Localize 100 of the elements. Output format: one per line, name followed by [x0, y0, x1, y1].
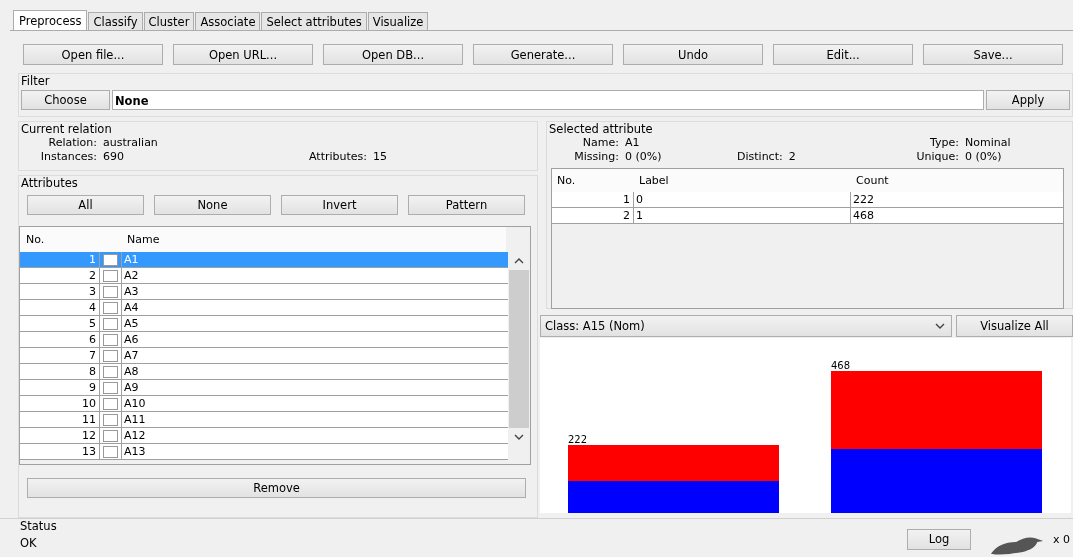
checkbox[interactable] — [103, 381, 118, 394]
column-header: No. — [25, 232, 46, 248]
attribute-row[interactable]: 8 A8 — [20, 364, 508, 380]
tab[interactable]: Visualize — [367, 12, 429, 30]
toolbar-button[interactable]: Open DB... — [323, 44, 463, 65]
table-cell: 1 — [634, 208, 851, 223]
toolbar-button[interactable]: Edit... — [773, 44, 913, 65]
tab[interactable]: Select attributes — [261, 12, 367, 30]
status-message: OK — [20, 535, 38, 552]
tab[interactable]: Classify — [88, 12, 143, 30]
field-label: Missing: — [573, 150, 619, 164]
group-title: Current relation — [21, 122, 112, 136]
checkbox[interactable] — [103, 413, 118, 426]
table-cell: 9 — [20, 380, 100, 395]
attribute-row[interactable]: 5 A5 — [20, 316, 508, 332]
bar-value-label: 222 — [568, 434, 589, 445]
field-label: Instances: — [39, 150, 97, 164]
scroll-down-icon[interactable] — [514, 434, 524, 440]
checkbox[interactable] — [103, 253, 118, 266]
checkbox[interactable] — [103, 269, 118, 282]
toolbar-button[interactable]: Open file... — [23, 44, 163, 65]
table-cell: 8 — [20, 364, 100, 379]
field-label: Relation: — [47, 136, 97, 150]
field-value: 0 (0%) — [625, 150, 662, 164]
column-header: Name — [126, 232, 161, 248]
table-cell-text: 222 — [852, 192, 875, 207]
table-cell: A10 — [121, 396, 508, 411]
table-cell: 11 — [20, 412, 100, 427]
table-cell: 2 — [552, 208, 634, 223]
dropdown-caret-icon — [935, 323, 945, 329]
checkbox[interactable] — [103, 317, 118, 330]
checkbox[interactable] — [103, 429, 118, 442]
table-cell: 13 — [20, 444, 100, 459]
selection-button[interactable]: Pattern — [408, 195, 525, 215]
field-label: Distinct: — [737, 150, 783, 164]
attribute-row[interactable]: 3 A3 — [20, 284, 508, 300]
apply-button[interactable]: Apply — [986, 90, 1070, 110]
table-cell: A7 — [121, 348, 508, 363]
log-button[interactable]: Log — [907, 528, 971, 550]
toolbar-button[interactable]: Generate... — [473, 44, 613, 65]
tab[interactable]: Associate — [195, 12, 261, 30]
remove-button[interactable]: Remove — [27, 478, 526, 498]
field-label: Attributes: — [308, 150, 367, 164]
table-cell: 2 — [20, 268, 100, 283]
filter-field[interactable]: None — [112, 90, 984, 110]
selection-button[interactable]: Invert — [281, 195, 398, 215]
table-cell: 4 — [20, 300, 100, 315]
field-label: Type: — [929, 136, 959, 150]
attribute-row[interactable]: 7 A7 — [20, 348, 508, 364]
table-cell: 6 — [20, 332, 100, 347]
tab[interactable]: Preprocess — [13, 10, 88, 30]
column-header: No. — [556, 173, 577, 189]
attribute-row[interactable]: 2 A2 — [20, 268, 508, 284]
attribute-row[interactable]: 12 A12 — [20, 428, 508, 444]
checkbox[interactable] — [103, 301, 118, 314]
checkbox[interactable] — [103, 445, 118, 458]
field-value: A1 — [625, 136, 640, 150]
table-cell-text: 468 — [852, 208, 875, 223]
table-cell: 5 — [20, 316, 100, 331]
group-title: Selected attribute — [549, 122, 653, 136]
attribute-row[interactable]: 9 A9 — [20, 380, 508, 396]
table-cell: 7 — [20, 348, 100, 363]
visualize-all-button[interactable]: Visualize All — [956, 315, 1073, 337]
table-cell: A8 — [121, 364, 508, 379]
toolbar-button[interactable]: Undo — [623, 44, 763, 65]
toolbar-button[interactable]: Save... — [923, 44, 1063, 65]
group-title: Attributes — [21, 176, 79, 190]
attribute-row[interactable]: 11 A11 — [20, 412, 508, 428]
checkbox[interactable] — [103, 333, 118, 346]
field-value: Nominal — [965, 136, 1011, 150]
selection-button[interactable]: All — [27, 195, 144, 215]
table-cell: A9 — [121, 380, 508, 395]
table-cell: A11 — [121, 412, 508, 427]
table-cell: 1 — [20, 252, 100, 267]
tab[interactable]: Cluster — [143, 12, 195, 30]
table-cell: A13 — [121, 444, 508, 459]
checkbox[interactable] — [103, 349, 118, 362]
checkbox[interactable] — [103, 397, 118, 410]
checkbox[interactable] — [103, 285, 118, 298]
field-value: 690 — [103, 150, 124, 164]
table-cell: A12 — [121, 428, 508, 443]
group-title: Filter — [21, 74, 50, 88]
checkbox[interactable] — [103, 365, 118, 378]
field-label: Name: — [581, 136, 619, 150]
toolbar-button[interactable]: Open URL... — [173, 44, 313, 65]
choose-button[interactable]: Choose — [21, 90, 110, 110]
field-value: 15 — [373, 150, 387, 164]
attribute-row[interactable]: 4 A4 — [20, 300, 508, 316]
class-dropdown[interactable]: Class: A15 (Nom) — [540, 315, 952, 337]
table-cell: A1 — [121, 252, 508, 267]
task-count: x 0 — [1053, 532, 1070, 546]
scroll-up-icon[interactable] — [514, 258, 524, 264]
table-cell: 1 — [552, 192, 634, 207]
attribute-row[interactable]: 10 A10 — [20, 396, 508, 412]
selection-button[interactable]: None — [154, 195, 271, 215]
field-value: 0 (0%) — [965, 150, 1002, 164]
attribute-row[interactable]: 6 A6 — [20, 332, 508, 348]
table-cell: A3 — [121, 284, 508, 299]
bar-value-label: 468 — [831, 360, 852, 371]
attribute-row[interactable]: 13 A13 — [20, 444, 508, 460]
